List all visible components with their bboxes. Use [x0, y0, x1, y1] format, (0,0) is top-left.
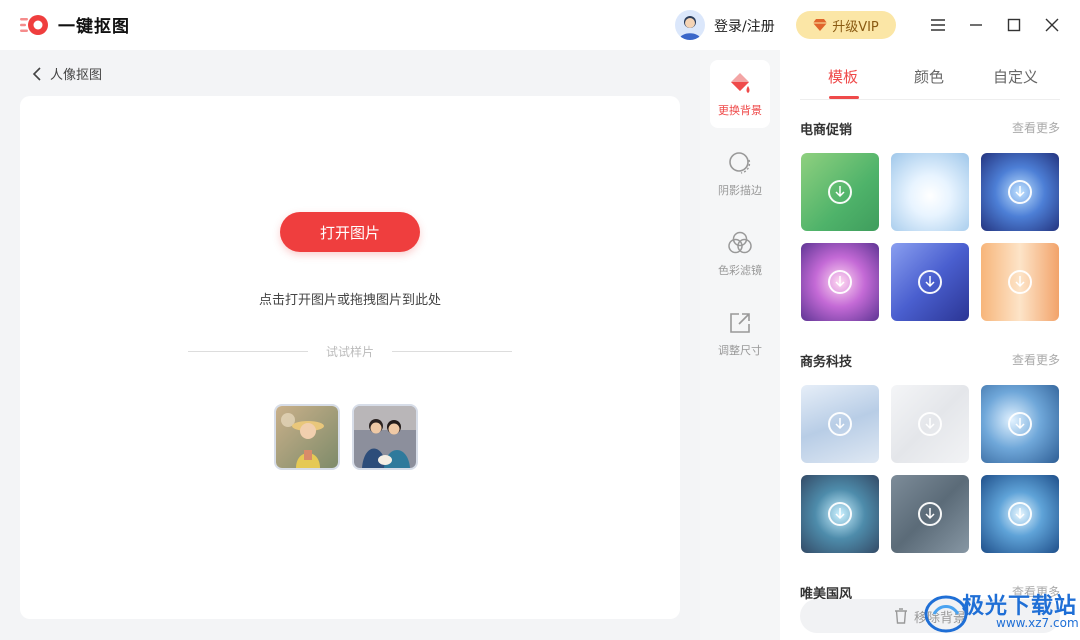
section-title-ecommerce: 电商促销 — [800, 123, 853, 138]
minimize-icon — [970, 24, 982, 26]
download-icon — [1008, 502, 1032, 526]
template-thumb[interactable] — [981, 153, 1059, 231]
drop-hint-text: 点击打开图片或拖拽图片到此处 — [258, 293, 441, 308]
tool-label: 色彩滤镜 — [718, 264, 762, 277]
tool-resize[interactable]: 调整尺寸 — [710, 300, 770, 368]
tool-shadow-outline[interactable]: 阴影描边 — [710, 140, 770, 208]
trash-icon — [894, 608, 907, 624]
upgrade-vip-button[interactable]: 升级VIP — [796, 11, 896, 39]
template-thumb[interactable] — [801, 385, 879, 463]
download-icon — [1008, 270, 1032, 294]
tool-label: 调整尺寸 — [718, 344, 762, 357]
view-more-business-tech[interactable]: 查看更多 — [1012, 351, 1060, 368]
menu-button[interactable] — [925, 12, 951, 38]
sample-photo-woman — [276, 406, 338, 468]
chevron-left-icon — [32, 66, 41, 81]
download-icon — [1008, 180, 1032, 204]
tab-custom[interactable]: 自定义 — [993, 66, 1038, 87]
login-register-link[interactable]: 登录/注册 — [714, 16, 775, 36]
download-icon — [828, 270, 852, 294]
title-bar: 一键抠图 登录/注册 升级VIP — [0, 0, 1080, 50]
template-thumb[interactable] — [981, 475, 1059, 553]
template-thumb[interactable] — [981, 385, 1059, 463]
app-title: 一键抠图 — [58, 17, 130, 37]
watermark-url: www.xz7.com — [996, 616, 1079, 630]
template-thumb[interactable] — [891, 385, 969, 463]
sample-photo-couple — [354, 406, 416, 468]
close-button[interactable] — [1039, 12, 1065, 38]
hamburger-menu-icon — [931, 19, 945, 31]
maximize-button[interactable] — [1001, 12, 1027, 38]
minimize-button[interactable] — [963, 12, 989, 38]
sample-image-2[interactable] — [352, 404, 418, 470]
maximize-icon — [1007, 18, 1021, 32]
template-thumb[interactable] — [801, 475, 879, 553]
download-icon — [828, 502, 852, 526]
template-thumb[interactable] — [981, 243, 1059, 321]
page-title: 人像抠图 — [50, 68, 103, 83]
template-thumb[interactable] — [801, 153, 879, 231]
download-icon — [918, 270, 942, 294]
tab-color[interactable]: 颜色 — [914, 66, 944, 87]
tool-change-background[interactable]: 更换背景 — [710, 60, 770, 128]
active-tab-indicator — [829, 96, 859, 99]
user-avatar[interactable] — [675, 10, 705, 40]
resize-icon — [730, 313, 750, 333]
section-title-business-tech: 商务科技 — [800, 355, 853, 370]
download-icon — [918, 502, 942, 526]
color-filter-icon — [728, 231, 752, 254]
tool-label: 更换背景 — [718, 104, 762, 117]
download-icon — [918, 412, 942, 436]
shadow-outline-icon — [729, 152, 751, 174]
close-icon — [1045, 18, 1059, 32]
tool-color-filter[interactable]: 色彩滤镜 — [710, 220, 770, 288]
template-thumb[interactable] — [891, 475, 969, 553]
divider-left — [188, 351, 308, 352]
app-logo-icon — [20, 15, 48, 35]
back-button[interactable]: 人像抠图 — [32, 64, 102, 83]
tool-column: 更换背景 阴影描边 色彩滤镜 调整尺寸 — [700, 50, 780, 640]
template-thumb[interactable] — [891, 153, 969, 231]
tabs-divider — [800, 99, 1060, 100]
view-more-ecommerce[interactable]: 查看更多 — [1012, 119, 1060, 136]
sample-label: 试试样片 — [325, 345, 374, 359]
divider-right — [392, 351, 512, 352]
download-icon — [1008, 412, 1032, 436]
download-icon — [828, 180, 852, 204]
diamond-icon — [813, 19, 828, 31]
tool-label: 阴影描边 — [718, 184, 762, 197]
vip-label: 升级VIP — [832, 19, 879, 35]
paint-bucket-icon — [731, 73, 750, 93]
tab-template[interactable]: 模板 — [828, 66, 858, 87]
template-thumb[interactable] — [801, 243, 879, 321]
sample-image-1[interactable] — [274, 404, 340, 470]
download-icon — [828, 412, 852, 436]
template-thumb[interactable] — [891, 243, 969, 321]
open-image-button[interactable]: 打开图片 — [280, 212, 420, 252]
user-avatar-icon — [679, 16, 701, 40]
